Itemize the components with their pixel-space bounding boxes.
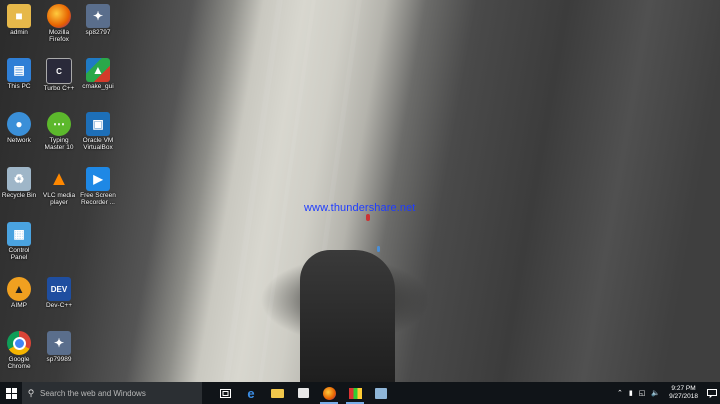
taskbar-store[interactable] [290, 382, 316, 404]
desktop-icon-label: VLC media player [42, 192, 76, 206]
system-tray: ⌃ ▮ ◱ 🔈 9:27 PM 9/27/2018 [614, 382, 720, 404]
desktop-icon-label: sp82797 [85, 29, 111, 36]
desktop-icon-label: Recycle Bin [1, 192, 37, 199]
edge-icon: e [247, 385, 255, 401]
desktop-icon-label: Network [7, 137, 31, 144]
search-placeholder: Search the web and Windows [40, 388, 146, 398]
network-icon: ● [7, 112, 31, 136]
desktop-icon-label: Google Chrome [7, 356, 31, 370]
desktop-icon-label: cmake_gui [82, 83, 114, 90]
desktop-icon-turbo-cpp[interactable]: C Turbo C++ [41, 58, 77, 92]
installer-icon [375, 387, 387, 399]
desktop-icon-label: Turbo C++ [43, 85, 75, 92]
desktop-icon-network[interactable]: ● Network [1, 112, 37, 144]
control-panel-icon: ▦ [7, 222, 31, 246]
desktop-icon-label: Free Screen Recorder ... [80, 192, 116, 206]
screen-recorder-icon: ▶ [86, 167, 110, 191]
virtualbox-icon: ▣ [86, 112, 110, 136]
desktop-icon-label: AIMP [11, 302, 27, 309]
taskbar-screen-recorder[interactable] [342, 382, 368, 404]
firefox-icon [322, 386, 336, 400]
store-bag-icon [297, 388, 309, 398]
desktop-icon-label: Oracle VM VirtualBox [82, 137, 114, 151]
chevron-up-icon[interactable]: ⌃ [617, 389, 623, 397]
taskbar-edge[interactable]: e [238, 382, 264, 404]
clock-time: 9:27 PM [671, 385, 696, 392]
desktop-icon-dev-cpp[interactable]: DEV Dev-C++ [41, 277, 77, 309]
volume-icon[interactable]: 🔈 [651, 389, 660, 397]
folder-icon: ■ [7, 4, 31, 28]
search-icon: ⚲ [27, 387, 35, 398]
recorder-app-icon [348, 387, 362, 399]
desktop-icon-label: Dev-C++ [45, 302, 72, 309]
network-icon[interactable]: ◱ [639, 389, 646, 397]
clock-date: 9/27/2018 [669, 393, 698, 400]
recycle-bin-icon: ♻ [7, 167, 31, 191]
desktop-icon-label: Typing Master 10 [44, 137, 74, 151]
firefox-icon [47, 4, 71, 28]
task-view-button[interactable] [212, 382, 238, 404]
desktop-icon-recycle-bin[interactable]: ♻ Recycle Bin [1, 167, 37, 199]
desktop-icon-cmake-gui[interactable]: ▲ cmake_gui [80, 58, 116, 90]
desktop-icon-chrome[interactable]: Google Chrome [1, 331, 37, 370]
turbo-cpp-icon: C [46, 58, 72, 84]
climber [366, 214, 370, 221]
desktop-icon-label: This PC [7, 83, 31, 90]
desktop-icon-free-screen-recorder[interactable]: ▶ Free Screen Recorder ... [80, 167, 116, 206]
desktop-icon-oracle-vm[interactable]: ▣ Oracle VM VirtualBox [80, 112, 116, 151]
installer-icon: ✦ [86, 4, 110, 28]
dev-cpp-icon: DEV [47, 277, 71, 301]
desktop-icon-control-panel[interactable]: ▦ Control Panel [1, 222, 37, 261]
desktop-icon-aimp[interactable]: ▲ AIMP [1, 277, 37, 309]
desktop-icon-vlc[interactable]: ▲ VLC media player [41, 167, 77, 207]
climber [377, 246, 380, 252]
desktop-icon-label: sp79989 [46, 356, 72, 363]
installer-icon: ✦ [47, 331, 71, 355]
windows-logo-icon [5, 387, 17, 399]
folder-icon [270, 388, 284, 398]
desktop-icon-label: Mozilla Firefox [48, 29, 70, 43]
desktop-icon-sp79989[interactable]: ✦ sp79989 [41, 331, 77, 363]
desktop-icon-admin[interactable]: ■ admin [1, 4, 37, 36]
desktop-icon-this-pc[interactable]: ▤ This PC [1, 58, 37, 90]
taskbar: ⚲ Search the web and Windows e ⌃ ▮ ◱ 🔈 9… [0, 382, 720, 404]
taskbar-firefox[interactable] [316, 382, 342, 404]
desktop-icon-label: admin [10, 29, 28, 36]
aimp-icon: ▲ [7, 277, 31, 301]
desktop-icon-sp82797[interactable]: ✦ sp82797 [80, 4, 116, 36]
action-center-button[interactable] [704, 382, 720, 404]
start-button[interactable] [0, 382, 22, 404]
notification-icon [707, 388, 717, 398]
taskbar-file-explorer[interactable] [264, 382, 290, 404]
watermark-text: www.thundershare.net [304, 202, 416, 214]
chrome-icon [7, 331, 31, 355]
taskbar-installer[interactable] [368, 382, 394, 404]
desktop-icon-typing-master[interactable]: ⋯ Typing Master 10 [41, 112, 77, 151]
cmake-icon: ▲ [86, 58, 110, 82]
computer-icon: ▤ [7, 58, 31, 82]
typing-master-icon: ⋯ [47, 112, 71, 136]
desktop-icon-label: Control Panel [8, 247, 30, 261]
vlc-cone-icon: ▲ [49, 167, 69, 190]
clock[interactable]: 9:27 PM 9/27/2018 [669, 385, 698, 401]
taskbar-search-box[interactable]: ⚲ Search the web and Windows [22, 382, 202, 404]
wallpaper-rock [300, 250, 395, 382]
task-view-icon [219, 388, 231, 398]
battery-icon[interactable]: ▮ [629, 389, 633, 397]
desktop-icon-firefox[interactable]: Mozilla Firefox [41, 4, 77, 43]
